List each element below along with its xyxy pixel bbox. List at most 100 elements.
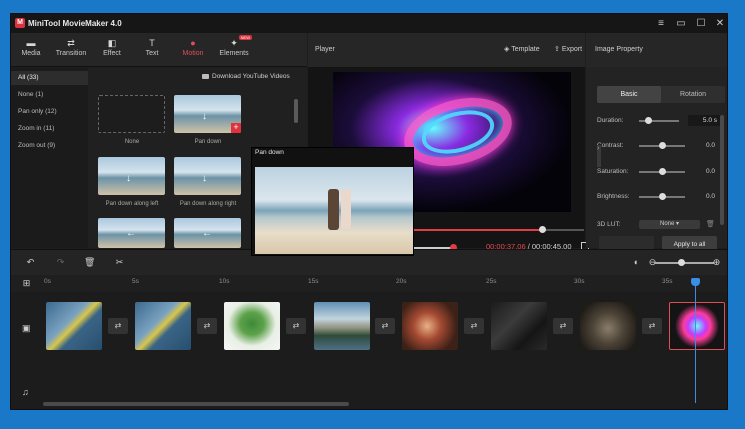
property-title: Image Property xyxy=(595,46,643,53)
tool-text[interactable]: T Text xyxy=(132,38,172,57)
saturation-handle[interactable] xyxy=(659,168,666,175)
download-youtube-link[interactable]: Download YouTube Videos xyxy=(202,73,290,80)
category-pan-only[interactable]: Pan only (12) xyxy=(11,105,88,119)
woman-figure xyxy=(341,189,351,229)
transition-slot-2[interactable]: ⇄ xyxy=(197,318,217,334)
panel-collapse-icon[interactable]: › xyxy=(597,145,601,167)
image-property-panel: Image Property Basic Rotation Duration: … xyxy=(586,33,727,253)
lut-select[interactable]: None ▾ xyxy=(639,220,700,229)
export-button[interactable]: ⇪ Export xyxy=(554,45,582,53)
zoom-handle[interactable] xyxy=(678,259,685,266)
transition-slot-5[interactable]: ⇄ xyxy=(464,318,484,334)
brightness-value: 0.0 xyxy=(705,193,715,200)
transition-slot-4[interactable]: ⇄ xyxy=(375,318,395,334)
tool-transition[interactable]: ⇄ Transition xyxy=(51,38,91,57)
clip-food[interactable] xyxy=(402,302,458,350)
lut-label: 3D LUT: xyxy=(597,221,621,228)
effect-icon: ◧ xyxy=(107,38,117,48)
category-zoom-out[interactable]: Zoom out (9) xyxy=(11,139,88,153)
tick-25s: 25s xyxy=(486,278,497,285)
zoom-in-icon[interactable]: ⊕ xyxy=(711,257,722,268)
library-scrollbar[interactable] xyxy=(294,99,298,123)
motion-thumb-pan-left[interactable]: ← xyxy=(98,218,165,248)
tool-motion[interactable]: ● Motion xyxy=(173,38,213,57)
clip-butterfly-2[interactable] xyxy=(135,302,191,350)
arrow-down-icon: ↓ xyxy=(202,111,207,122)
player-title: Player xyxy=(315,46,335,53)
audio-split-icon[interactable]: ◖ xyxy=(630,257,641,268)
brightness-handle[interactable] xyxy=(659,193,666,200)
duration-handle[interactable] xyxy=(645,117,652,124)
clip-butterfly-1[interactable] xyxy=(46,302,102,350)
clip-led-selected[interactable] xyxy=(669,302,725,350)
category-none[interactable]: None (1) xyxy=(11,88,88,102)
motion-thumb-pan-down-right[interactable]: ↓ xyxy=(174,157,241,195)
tool-effect[interactable]: ◧ Effect xyxy=(92,38,132,57)
duration-field[interactable]: 5.0 s xyxy=(688,115,721,126)
motion-label-pan-down: Pan down xyxy=(194,139,222,145)
tick-10s: 10s xyxy=(219,278,230,285)
duration-row: Duration: 5.0 s xyxy=(597,115,725,127)
man-figure xyxy=(328,189,339,230)
template-button[interactable]: ◈ Template xyxy=(504,45,540,53)
brightness-slider[interactable] xyxy=(639,193,685,200)
tick-20s: 20s xyxy=(396,278,407,285)
contrast-slider[interactable] xyxy=(639,142,685,149)
saturation-slider[interactable] xyxy=(639,168,685,175)
music-track-icon: ♫ xyxy=(22,387,29,397)
redo-icon[interactable]: ↷ xyxy=(55,257,66,268)
add-track-icon[interactable]: ⊞ xyxy=(21,278,32,289)
tick-15s: 15s xyxy=(308,278,319,285)
seek-progress xyxy=(414,229,542,231)
playhead-handle[interactable] xyxy=(691,278,700,286)
maximize-button[interactable]: ☐ xyxy=(694,17,708,30)
motion-thumb-pan-down-left[interactable]: ↓ xyxy=(98,157,165,195)
motion-thumb-none[interactable] xyxy=(98,95,165,133)
transition-slot-1[interactable]: ⇄ xyxy=(108,318,128,334)
playhead[interactable] xyxy=(691,278,700,403)
contrast-row: Contrast: 0.0 xyxy=(597,140,725,152)
add-icon[interactable]: + xyxy=(231,123,241,133)
trash-icon[interactable]: 🗑 xyxy=(706,220,715,228)
tool-transition-label: Transition xyxy=(55,50,87,57)
clip-castle[interactable] xyxy=(314,302,370,350)
minimize-button[interactable]: ▭ xyxy=(674,17,688,30)
lut-value: None xyxy=(659,221,675,227)
contrast-handle[interactable] xyxy=(659,142,666,149)
new-badge: NEW xyxy=(238,35,252,40)
motion-icon: ● xyxy=(190,38,196,48)
category-all[interactable]: All (33) xyxy=(11,71,88,85)
duration-slider[interactable] xyxy=(639,117,679,124)
video-track-icon: ▣ xyxy=(22,323,31,333)
clip-tree[interactable] xyxy=(224,302,280,350)
time-ruler[interactable]: ⊞ 0s 5s 10s 15s 20s 25s 30s 35s xyxy=(11,275,727,292)
zoom-slider[interactable] xyxy=(654,259,714,266)
transition-slot-7[interactable]: ⇄ xyxy=(642,318,662,334)
transition-slot-3[interactable]: ⇄ xyxy=(286,318,306,334)
property-scrollbar[interactable] xyxy=(720,115,724,225)
menu-icon[interactable]: ≡ xyxy=(654,17,668,30)
motion-thumb-pan-down[interactable]: ↓ + xyxy=(174,95,241,133)
tool-media[interactable]: ▬ Media xyxy=(11,38,51,57)
undo-icon[interactable]: ↶ xyxy=(25,257,36,268)
tab-basic[interactable]: Basic xyxy=(597,86,661,103)
tool-elements[interactable]: NEW ✦ Elements xyxy=(214,35,254,57)
delete-icon[interactable]: 🗑 xyxy=(84,257,95,268)
timeline-scrollbar[interactable] xyxy=(43,402,349,406)
motion-preview-popup: Pan down xyxy=(251,147,414,256)
transition-slot-6[interactable]: ⇄ xyxy=(553,318,573,334)
saturation-label: Saturation: xyxy=(597,168,629,175)
motion-label-pan-down-left: Pan down along left xyxy=(105,201,159,207)
arrow-down-icon: ↓ xyxy=(202,173,207,184)
tab-rotation[interactable]: Rotation xyxy=(661,86,725,103)
app-window: M MiniTool MovieMaker 4.0 ≡ ▭ ☐ ✕ ▬ Medi… xyxy=(10,13,728,410)
motion-thumb-pan-right[interactable]: ← xyxy=(174,218,241,248)
scissors-icon[interactable]: ✂ xyxy=(114,257,125,268)
clip-palm[interactable] xyxy=(491,302,547,350)
clip-cat[interactable] xyxy=(580,302,636,350)
seek-bar[interactable] xyxy=(414,226,584,233)
category-zoom-in[interactable]: Zoom in (11) xyxy=(11,122,88,136)
close-button[interactable]: ✕ xyxy=(713,17,727,30)
tool-motion-label: Motion xyxy=(182,50,204,57)
seek-handle[interactable] xyxy=(538,226,546,233)
